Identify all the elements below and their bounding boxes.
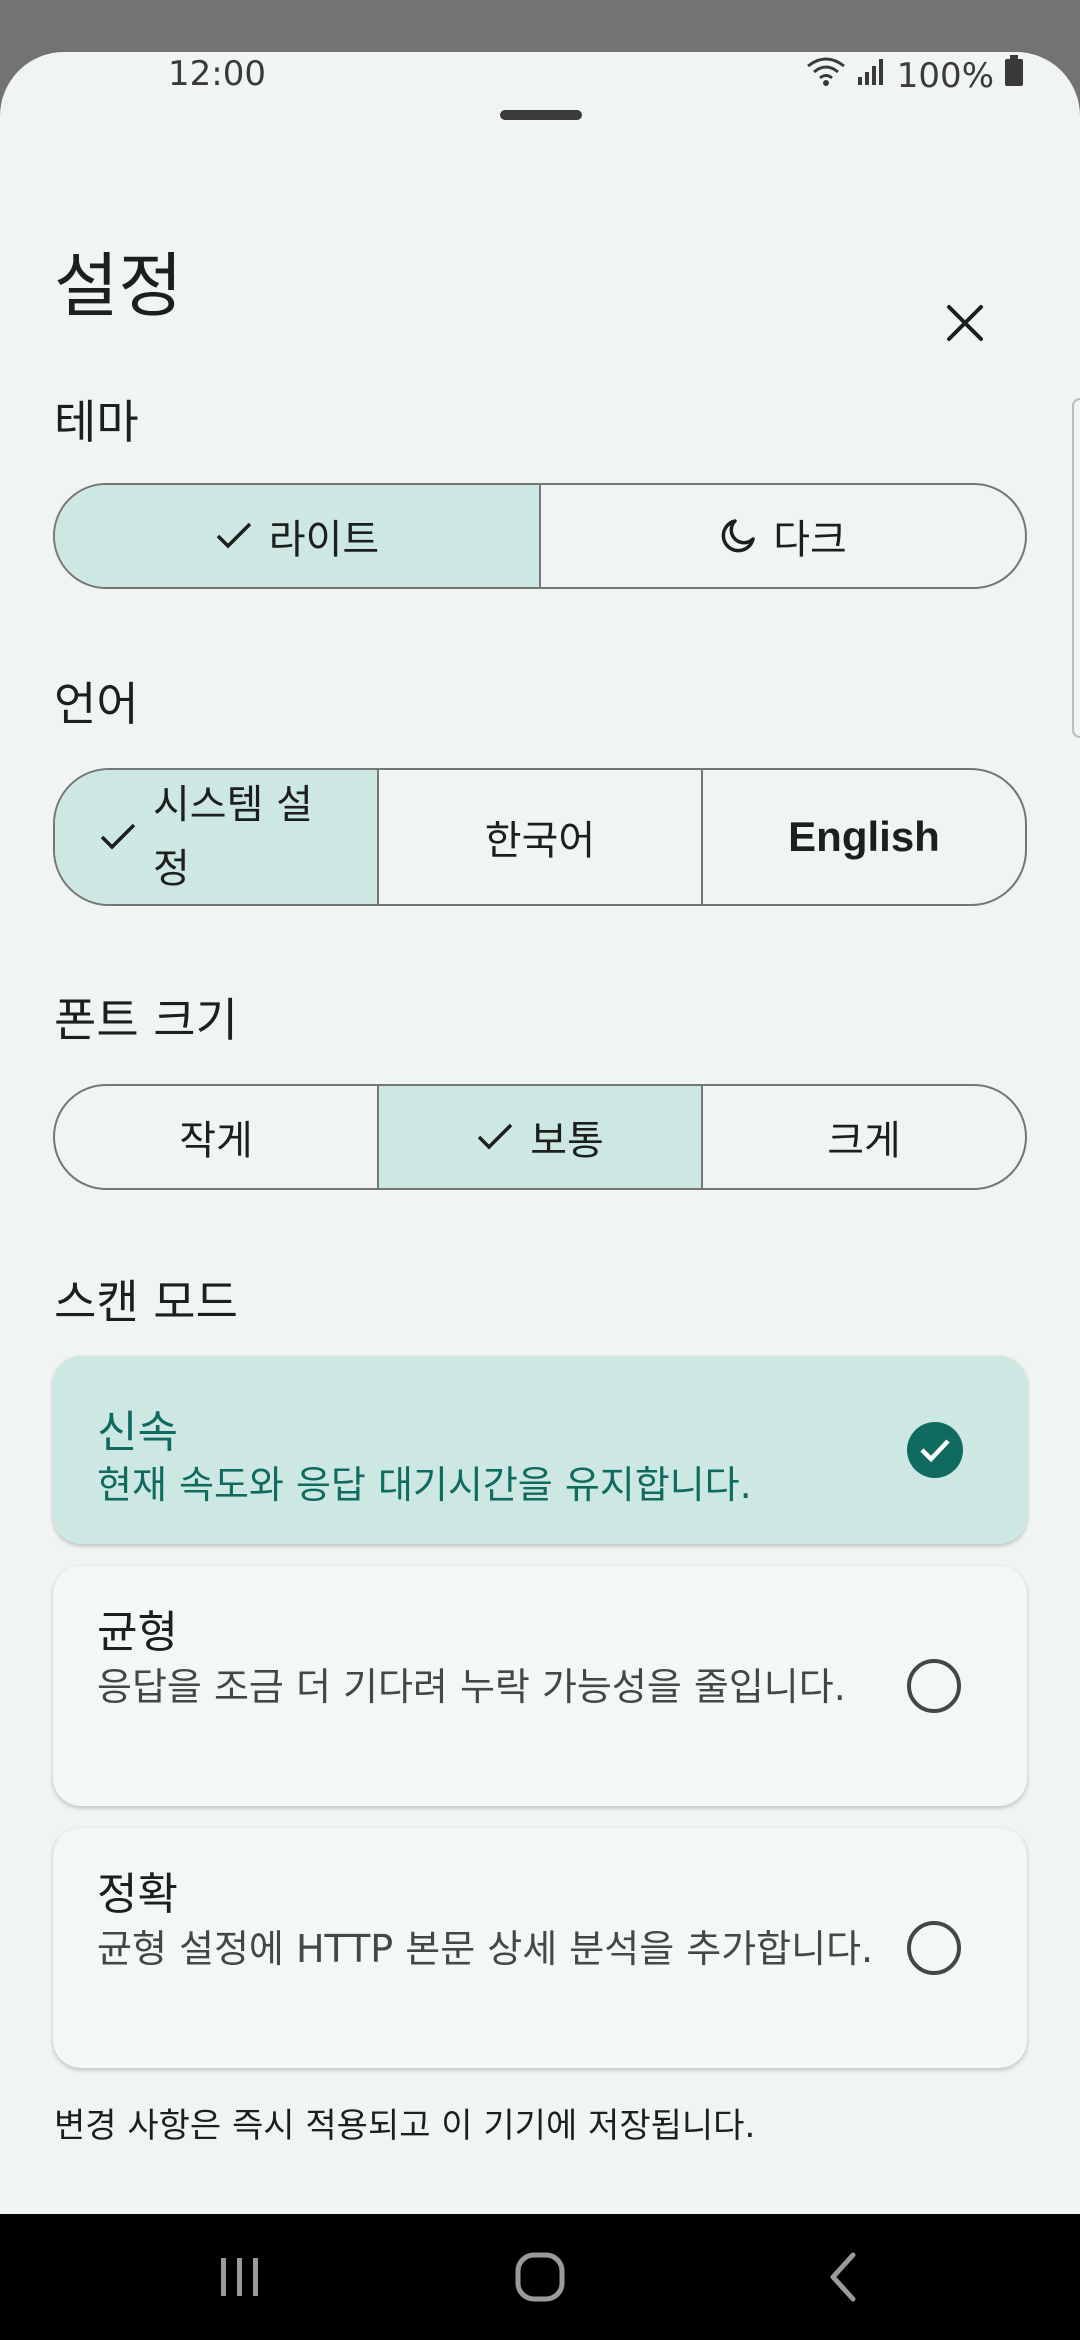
- font-large-button[interactable]: 크게: [703, 1086, 1025, 1188]
- close-icon: [947, 305, 983, 341]
- scan-mode-balanced-card[interactable]: 균형 응답을 조금 더 기다려 누락 가능성을 줄입니다.: [53, 1566, 1027, 1806]
- back-button[interactable]: [783, 2214, 903, 2340]
- moon-icon: [721, 519, 755, 553]
- wifi-icon: [805, 54, 847, 97]
- scroll-indicator: [1072, 398, 1080, 738]
- drag-handle[interactable]: [500, 110, 582, 120]
- language-segmented-control: 시스템 설정 한국어 English: [53, 768, 1027, 906]
- check-icon: [216, 522, 252, 549]
- font-size-label: 폰트 크기: [54, 993, 238, 1047]
- font-size-segmented-control: 작게 보통 크게: [53, 1084, 1027, 1190]
- settings-sheet: 12:00 100% 설정 테마 라이트 다크 언어 시스템 설정 한국어 En…: [0, 52, 1080, 2214]
- scan-mode-fast-description: 현재 속도와 응답 대기시간을 유지합니다.: [97, 1463, 752, 1507]
- radio-checked-icon: [907, 1422, 963, 1478]
- scan-mode-label: 스캔 모드: [54, 1275, 238, 1329]
- scan-mode-fast-title: 신속: [97, 1407, 178, 1458]
- recent-apps-icon: [221, 2258, 258, 2296]
- theme-light-label: 라이트: [268, 517, 380, 563]
- language-system-label: 시스템 설정: [153, 782, 313, 892]
- language-label: 언어: [54, 677, 139, 731]
- scan-mode-balanced-title: 균형: [97, 1607, 178, 1658]
- language-system-button[interactable]: 시스템 설정: [55, 770, 379, 904]
- font-large-label: 크게: [827, 1118, 901, 1164]
- home-icon: [515, 2252, 565, 2302]
- scan-mode-balanced-description: 응답을 조금 더 기다려 누락 가능성을 줄입니다.: [97, 1665, 846, 1709]
- status-bar: 12:00 100%: [0, 52, 1080, 96]
- language-english-button[interactable]: English: [703, 770, 1025, 904]
- radio-unchecked-icon: [907, 1659, 961, 1713]
- back-icon: [830, 2252, 856, 2302]
- check-icon: [477, 1123, 513, 1150]
- scan-mode-accurate-title: 정확: [97, 1869, 178, 1920]
- theme-label: 테마: [54, 395, 139, 449]
- status-time: 12:00: [168, 54, 266, 94]
- scan-mode-accurate-card[interactable]: 정확 균형 설정에 HTTP 본문 상세 분석을 추가합니다.: [53, 1828, 1027, 2068]
- check-icon: [100, 823, 136, 850]
- signal-icon: [857, 56, 887, 96]
- font-small-label: 작게: [179, 1118, 253, 1164]
- theme-dark-label: 다크: [773, 517, 847, 563]
- font-small-button[interactable]: 작게: [55, 1086, 379, 1188]
- battery-icon: [1004, 55, 1024, 96]
- language-korean-button[interactable]: 한국어: [379, 770, 703, 904]
- font-normal-label: 보통: [530, 1118, 604, 1164]
- footer-note: 변경 사항은 즉시 적용되고 이 기기에 저장됩니다.: [54, 2106, 756, 2146]
- sheet-title: 설정: [54, 245, 183, 327]
- home-button[interactable]: [480, 2214, 600, 2340]
- status-icons: 100%: [805, 54, 1024, 97]
- battery-percent: 100%: [896, 55, 994, 96]
- scan-mode-fast-card[interactable]: 신속 현재 속도와 응답 대기시간을 유지합니다.: [53, 1356, 1027, 1544]
- close-button[interactable]: [930, 288, 1000, 358]
- theme-light-button[interactable]: 라이트: [55, 485, 541, 587]
- radio-unchecked-icon: [907, 1921, 961, 1975]
- system-nav-bar: [0, 2214, 1080, 2340]
- language-english-label: English: [788, 813, 940, 860]
- theme-dark-button[interactable]: 다크: [541, 485, 1025, 587]
- scan-mode-accurate-description: 균형 설정에 HTTP 본문 상세 분석을 추가합니다.: [97, 1927, 874, 1971]
- language-korean-label: 한국어: [484, 818, 596, 864]
- recent-apps-button[interactable]: [180, 2214, 300, 2340]
- theme-segmented-control: 라이트 다크: [53, 483, 1027, 589]
- font-normal-button[interactable]: 보통: [379, 1086, 703, 1188]
